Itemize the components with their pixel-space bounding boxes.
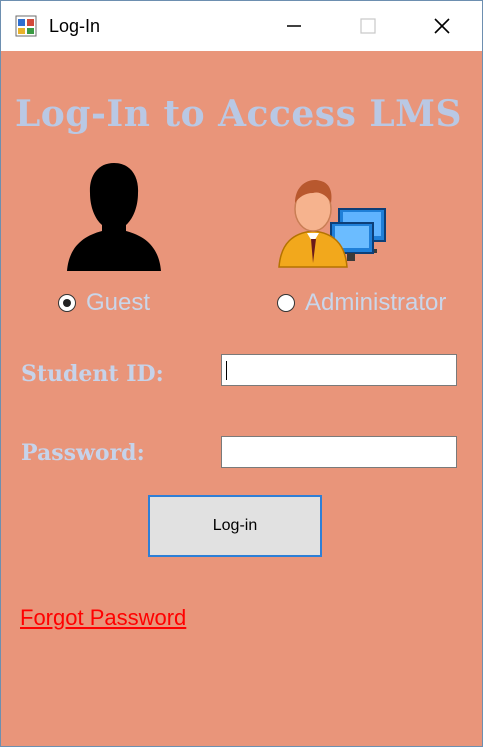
- close-button[interactable]: [419, 1, 465, 51]
- page-title: Log-In to Access LMS: [14, 93, 463, 135]
- administrator-icon: [278, 179, 386, 268]
- maximize-button[interactable]: [345, 1, 391, 51]
- maximize-icon: [360, 18, 376, 34]
- administrator-radio-label: Administrator: [305, 289, 447, 316]
- login-button[interactable]: Log-in: [148, 495, 322, 557]
- student-id-input[interactable]: [221, 354, 457, 386]
- password-input[interactable]: [221, 436, 457, 468]
- minimize-button[interactable]: [271, 1, 317, 51]
- guest-radio-indicator[interactable]: [58, 294, 76, 312]
- app-form-icon[interactable]: [15, 15, 37, 37]
- minimize-icon: [287, 25, 301, 27]
- administrator-radio[interactable]: Administrator: [277, 289, 446, 317]
- guest-radio-label: Guest: [86, 289, 151, 316]
- login-window: Log-In Log-In to Access LMS Guest Admini…: [0, 0, 483, 747]
- title-bar[interactable]: Log-In: [1, 1, 482, 51]
- administrator-radio-indicator[interactable]: [277, 294, 295, 312]
- forgot-password-link[interactable]: Forgot Password: [20, 605, 186, 631]
- password-label: Password:: [21, 440, 145, 466]
- form-body: Log-In to Access LMS Guest Administrator: [1, 51, 482, 746]
- text-caret: [226, 361, 227, 380]
- window-title: Log-In: [49, 16, 101, 36]
- close-icon: [434, 18, 450, 34]
- guest-radio[interactable]: Guest: [58, 289, 150, 317]
- guest-user-icon: [67, 163, 161, 271]
- student-id-label: Student ID:: [21, 361, 164, 387]
